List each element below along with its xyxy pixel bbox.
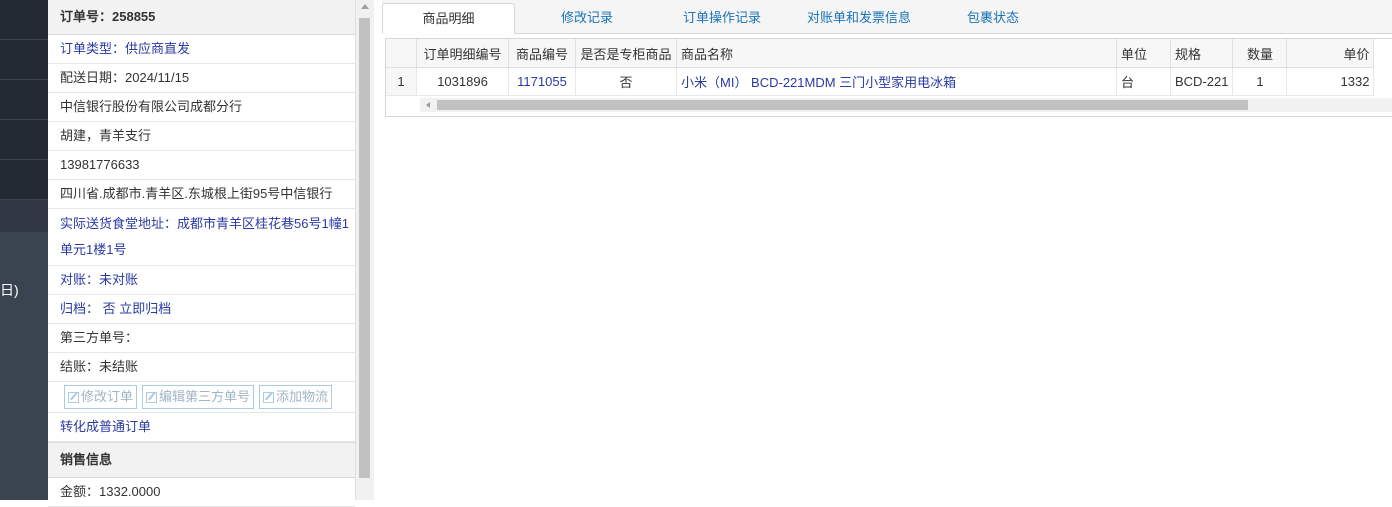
col-qty[interactable]: 数量 bbox=[1232, 39, 1288, 68]
row-number: 1 bbox=[386, 67, 417, 96]
detail-id-cell: 1031896 bbox=[416, 67, 509, 96]
tab-product-details[interactable]: 商品明细 bbox=[382, 3, 515, 34]
product-id-link[interactable]: 1171055 bbox=[508, 67, 576, 96]
scroll-up-icon[interactable] bbox=[361, 4, 369, 9]
nav-item[interactable] bbox=[0, 160, 48, 200]
col-spec[interactable]: 规格 bbox=[1170, 39, 1234, 68]
table-header-row: 订单明细编号 商品编号 是否是专柜商品 商品名称 单位 规格 数量 单价 bbox=[386, 39, 1375, 68]
hscroll-thumb[interactable] bbox=[437, 100, 1248, 110]
company-name: 中信银行股份有限公司成都分行 bbox=[48, 93, 355, 122]
order-number: 订单号：258855 bbox=[48, 0, 355, 35]
product-table: 订单明细编号 商品编号 是否是专柜商品 商品名称 单位 规格 数量 单价 1 1… bbox=[386, 39, 1375, 96]
convert-order-link[interactable]: 转化成普通订单 bbox=[48, 413, 355, 442]
spec-cell: BCD-221 bbox=[1170, 67, 1234, 96]
nav-partial-label: 日) bbox=[0, 282, 19, 298]
add-logistics-label: 添加物流 bbox=[276, 389, 329, 404]
action-buttons: 修改订单 编辑第三方单号 添加物流 bbox=[48, 382, 355, 413]
phone-number: 13981776633 bbox=[48, 151, 355, 180]
tab-order-operation-log[interactable]: 订单操作记录 bbox=[660, 3, 784, 32]
product-grid: 订单明细编号 商品编号 是否是专柜商品 商品名称 单位 规格 数量 单价 1 1… bbox=[385, 38, 1392, 117]
archive-label: 归档： 否 bbox=[60, 301, 116, 316]
archive-now-link[interactable]: 立即归档 bbox=[119, 301, 171, 316]
unit-cell: 台 bbox=[1116, 67, 1171, 96]
modify-order-button[interactable]: 修改订单 bbox=[64, 385, 138, 409]
archive-status: 归档： 否 立即归档 bbox=[48, 295, 355, 324]
col-unit[interactable]: 单位 bbox=[1116, 39, 1171, 68]
sales-section-title: 销售信息 bbox=[48, 442, 355, 478]
edit-icon bbox=[146, 391, 158, 403]
nav-item[interactable] bbox=[0, 120, 48, 160]
reconcile-status: 对账：未对账 bbox=[48, 266, 355, 295]
col-detail-id[interactable]: 订单明细编号 bbox=[416, 39, 509, 68]
edit-third-party-label: 编辑第三方单号 bbox=[159, 389, 251, 404]
sales-amount: 金额：1332.0000 bbox=[48, 478, 355, 507]
settlement-status: 结账：未结账 bbox=[48, 353, 355, 382]
edit-icon bbox=[68, 391, 79, 403]
tab-package-status[interactable]: 包裹状态 bbox=[938, 3, 1048, 32]
col-price[interactable]: 单价 bbox=[1286, 39, 1375, 68]
tab-reconcile-invoice[interactable]: 对账单和发票信息 bbox=[792, 3, 926, 32]
third-party-number: 第三方单号： bbox=[48, 324, 355, 353]
actual-address: 实际送货食堂地址：成都市青羊区桂花巷56号1幢1单元1楼1号 bbox=[48, 209, 355, 266]
add-logistics-button[interactable]: 添加物流 bbox=[259, 385, 333, 409]
tab-change-log[interactable]: 修改记录 bbox=[522, 3, 652, 32]
col-product-id[interactable]: 商品编号 bbox=[508, 39, 576, 68]
col-counter[interactable]: 是否是专柜商品 bbox=[575, 39, 677, 68]
modify-order-label: 修改订单 bbox=[81, 389, 134, 404]
nav-lower-panel bbox=[0, 232, 48, 500]
tab-bar: 商品明细 修改记录 订单操作记录 对账单和发票信息 包裹状态 bbox=[382, 0, 1392, 34]
nav-item[interactable] bbox=[0, 0, 48, 40]
main-content: 商品明细 修改记录 订单操作记录 对账单和发票信息 包裹状态 订单明细编号 商品… bbox=[374, 0, 1392, 500]
counter-cell: 否 bbox=[575, 67, 677, 96]
scrollbar-thumb[interactable] bbox=[359, 18, 370, 478]
price-cell: 1332 bbox=[1286, 67, 1375, 96]
table-row[interactable]: 1 1031896 1171055 否 小米（MI） BCD-221MDM 三门… bbox=[386, 67, 1375, 96]
delivery-date: 配送日期：2024/11/15 bbox=[48, 64, 355, 93]
row-number-header bbox=[386, 39, 417, 68]
product-name-link[interactable]: 小米（MI） BCD-221MDM 三门小型家用电冰箱 bbox=[676, 67, 1117, 96]
order-type: 订单类型：供应商直发 bbox=[48, 35, 355, 64]
address: 四川省.成都市.青羊区.东城根上街95号中信银行 bbox=[48, 180, 355, 209]
scroll-left-icon[interactable] bbox=[426, 102, 430, 108]
horizontal-scrollbar[interactable] bbox=[420, 98, 1392, 112]
order-info-panel: 订单号：258855 订单类型：供应商直发 配送日期：2024/11/15 中信… bbox=[48, 0, 356, 507]
contact-name: 胡建，青羊支行 bbox=[48, 122, 355, 151]
left-nav: 日) bbox=[0, 0, 48, 500]
edit-icon bbox=[263, 391, 275, 403]
panel-scrollbar[interactable] bbox=[355, 0, 374, 500]
col-product-name[interactable]: 商品名称 bbox=[676, 39, 1117, 68]
qty-cell: 1 bbox=[1232, 67, 1288, 96]
nav-item[interactable] bbox=[0, 80, 48, 120]
nav-item[interactable] bbox=[0, 40, 48, 80]
edit-third-party-button[interactable]: 编辑第三方单号 bbox=[142, 385, 255, 409]
